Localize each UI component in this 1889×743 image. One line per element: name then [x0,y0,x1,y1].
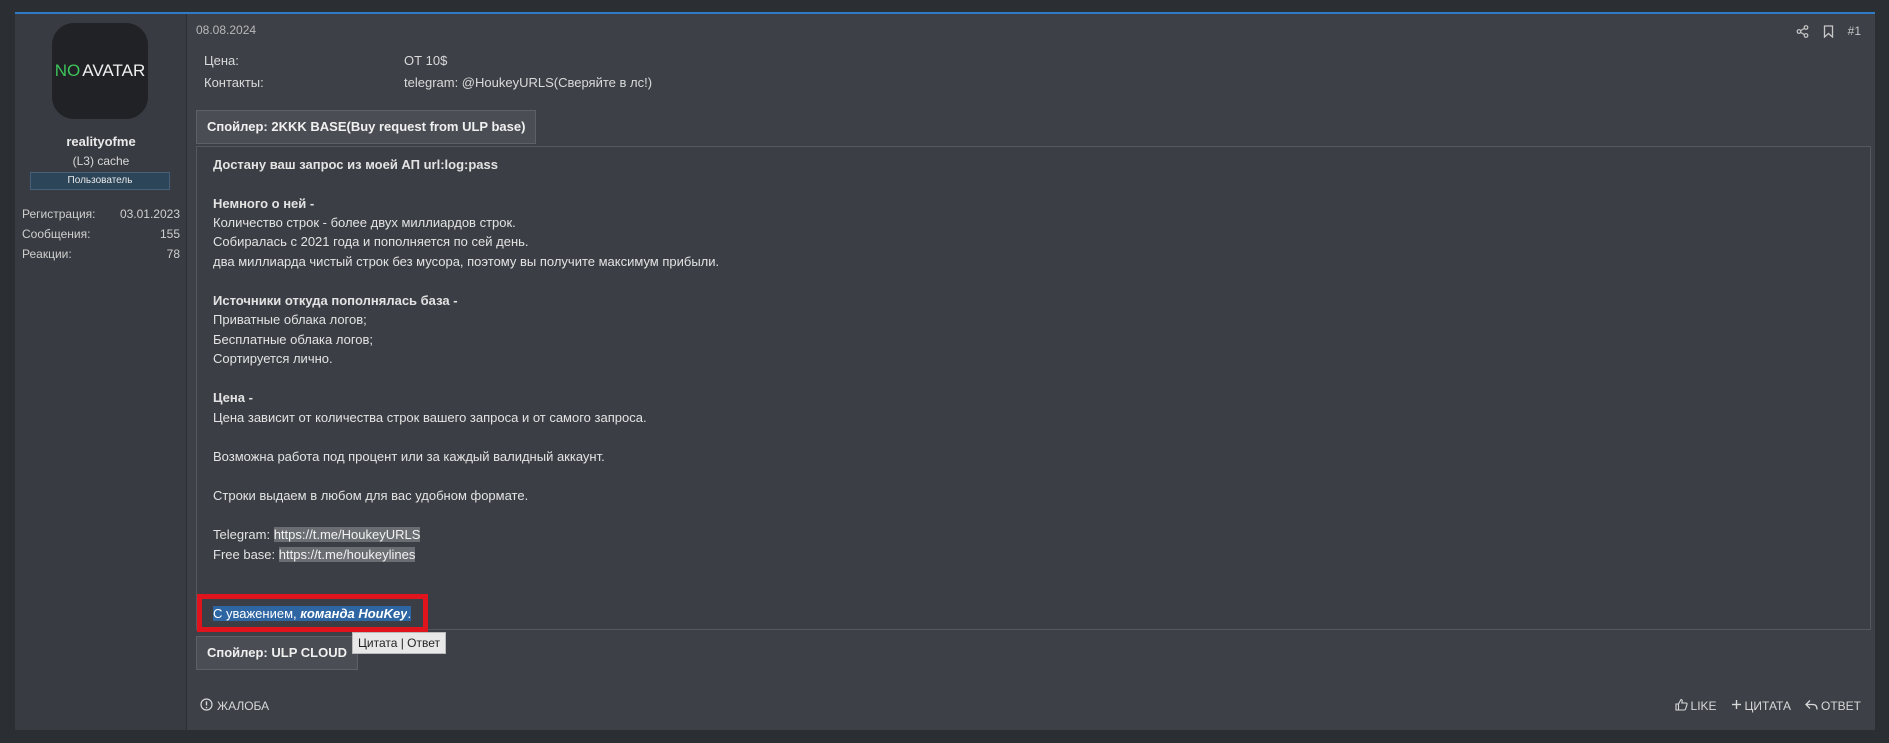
post-content: 08.08.2024 #1 Цена: ОТ 10$ Контакты: teleg… [188,14,1875,730]
spoiler-line: Бесплатные облака логов; [213,332,374,347]
stat-messages: Сообщения: 155 [22,227,180,241]
role-badge: Пользователь [30,172,170,190]
stat-label: Реакции: [22,247,72,261]
report-button[interactable]: ЖАЛОБА [200,698,269,714]
free-base-line: Free base: https://t.me/houkeylines [213,547,416,562]
spoiler-line: Строки выдаем в любом для вас удобном фо… [213,488,529,503]
stat-value: 155 [159,227,180,241]
reply-arrow-icon [1805,699,1818,714]
avatar[interactable]: NO AVATAR [52,23,148,119]
user-title: (L3) cache [72,154,130,168]
post-number[interactable]: #1 [1848,24,1861,38]
contacts-row: Контакты: telegram: @HoukeyURLS(Сверяйте … [204,75,652,90]
quote-button[interactable]: ЦИТАТА [1731,699,1791,713]
spoiler-line: Приватные облака логов; [213,312,367,327]
plus-icon [1731,699,1742,713]
spoiler-line: Источники откуда пополнялась база - [213,293,458,308]
spoiler-button-ulp-cloud[interactable]: Спойлер: ULP CLOUD [196,636,358,670]
free-base-label: Free base: [213,547,279,562]
contacts-label: Контакты: [204,75,264,90]
stat-label: Сообщения: [22,227,91,241]
spoiler-line: Сортируется лично. [213,351,333,366]
spoiler-line: Количество строк - более двух миллиардов… [213,215,516,230]
warning-icon [200,698,213,714]
post-actions: LIKE ЦИТАТА ОТВЕТ [1674,698,1861,714]
quote-label: ЦИТАТА [1744,699,1791,713]
post-date[interactable]: 08.08.2024 [196,23,256,37]
stat-value: 03.01.2023 [119,207,180,221]
price-row: Цена: ОТ 10$ [204,53,447,68]
bookmark-icon[interactable] [1823,24,1834,38]
price-value: ОТ 10$ [404,53,448,68]
telegram-label: Telegram: [213,527,274,542]
stat-label: Регистрация: [22,207,96,221]
username[interactable]: realityofme [15,134,187,149]
reply-button[interactable]: ОТВЕТ [1805,699,1861,714]
spoiler-button-2kkk[interactable]: Спойлер: 2KKK BASE(Buy request from ULP … [196,110,537,144]
avatar-no-text: NO [54,61,81,80]
spoiler-line: Цена - [213,390,253,405]
stat-registration: Регистрация: 03.01.2023 [22,207,180,221]
post-top-actions: #1 [1796,24,1861,38]
forum-post: NO AVATAR realityofme (L3) cache Пользов… [15,12,1875,730]
spoiler-line: Немного о ней - [213,196,315,211]
report-label: ЖАЛОБА [217,699,270,713]
telegram-line: Telegram: https://t.me/HoukeyURLS [213,527,421,542]
spoiler-line: два миллиарда чистый строк без мусора, п… [213,254,720,269]
free-base-link[interactable]: https://t.me/houkeylines [278,547,416,562]
stat-reactions: Реакции: 78 [22,247,180,261]
price-label: Цена: [204,53,239,68]
avatar-rest-text: AVATAR [82,61,146,80]
spoiler-body: Достану ваш запрос из моей АП url:log:pa… [196,146,1871,630]
like-label: LIKE [1690,699,1717,713]
spoiler-line: Достану ваш запрос из моей АП url:log:pa… [213,157,498,172]
like-button[interactable]: LIKE [1674,698,1717,714]
spoiler-line: Цена зависит от количества строк вашего … [213,410,647,425]
highlight-box [197,594,428,632]
share-icon[interactable] [1796,24,1809,38]
telegram-link[interactable]: https://t.me/HoukeyURLS [273,527,421,542]
thumbs-up-icon [1674,698,1688,714]
quote-reply-tooltip[interactable]: Цитата | Ответ [352,632,447,654]
user-sidebar: NO AVATAR realityofme (L3) cache Пользов… [15,14,187,730]
spoiler-line: Собиралась с 2021 года и пополняется по … [213,234,529,249]
reply-label: ОТВЕТ [1820,699,1861,713]
stat-value: 78 [166,247,180,261]
contacts-value: telegram: @HoukeyURLS(Сверяйте в лс!) [404,75,653,90]
spoiler-line: Возможна работа под процент или за кажды… [213,449,605,464]
